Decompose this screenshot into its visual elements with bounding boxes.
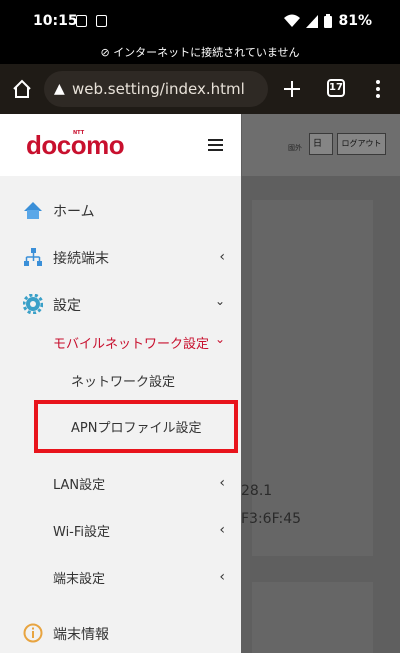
chevron-left-icon: ‹ [219, 475, 225, 491]
nav-item-device-settings[interactable]: 端末設定 ‹ [0, 557, 241, 597]
nav-item-lan-settings[interactable]: LAN設定 ‹ [0, 463, 241, 503]
nav-drawer: docomo NTT ホーム 接続端末 ‹ 設定 ⌄ モバイルネットワーク設定 … [0, 114, 241, 653]
nav-item-connected-devices[interactable]: 接続端末 ‹ [0, 237, 241, 277]
signal-icon [306, 14, 319, 28]
ntt-logo-text: NTT [73, 130, 85, 136]
battery-icon [324, 14, 333, 28]
offline-text: インターネットに接続されていません [113, 46, 300, 59]
network-icon [24, 248, 42, 266]
warning-icon[interactable]: ▲ [54, 71, 65, 107]
content-panel [252, 200, 373, 556]
nav-item-label: 設定 [53, 298, 81, 314]
chevron-left-icon: ‹ [219, 569, 225, 585]
chevron-down-icon: ⌄ [214, 332, 225, 346]
nav-item-wifi-settings[interactable]: Wi-Fi設定 ‹ [0, 510, 241, 550]
language-label: 國外 [288, 144, 302, 152]
logout-button[interactable]: ログアウト [337, 133, 386, 155]
nav-item-label: 接続端末 [53, 251, 109, 267]
new-tab-icon[interactable] [283, 80, 301, 98]
nav-item-label: Wi-Fi設定 [53, 525, 111, 540]
nav-item-label: ホーム [53, 204, 95, 220]
highlight-box [34, 400, 238, 453]
status-time: 10:15 [33, 13, 78, 29]
notification-icon [96, 15, 107, 27]
chevron-down-icon: ⌄ [214, 294, 225, 308]
nav-item-device-info[interactable]: 端末情報 [0, 613, 241, 653]
gear-icon [23, 294, 43, 314]
content-panel [252, 582, 373, 653]
nav-item-mobile-network-settings[interactable]: モバイルネットワーク設定 ⌄ [0, 322, 241, 362]
offline-cloud-icon: ⊘ [100, 46, 110, 59]
wifi-icon [284, 14, 301, 27]
chevron-left-icon: ‹ [219, 522, 225, 538]
panel-value: F3:6F:45 [241, 511, 302, 527]
nav-item-label: ネットワーク設定 [71, 375, 176, 390]
nav-item-label: モバイルネットワーク設定 [53, 337, 210, 352]
tab-switcher-button[interactable]: 17 [327, 79, 345, 97]
info-icon [23, 623, 43, 643]
nav-item-home[interactable]: ホーム [0, 190, 241, 230]
home-icon[interactable] [12, 79, 32, 99]
nav-item-label: 端末情報 [53, 627, 109, 643]
home-icon [24, 202, 42, 219]
battery-level: 81% [338, 13, 372, 29]
panel-value: 28.1 [241, 483, 273, 499]
nav-item-label: 端末設定 [53, 572, 106, 587]
nav-item-network-settings[interactable]: ネットワーク設定 [0, 360, 241, 400]
status-bar: 10:15 81% [0, 0, 400, 42]
hamburger-menu-icon[interactable] [208, 139, 223, 151]
chevron-left-icon: ‹ [219, 249, 225, 265]
more-menu-icon[interactable] [375, 80, 381, 98]
language-select[interactable]: 日 [309, 133, 333, 155]
url-text: web.setting/index.html [72, 80, 245, 98]
address-bar[interactable]: ▲ web.setting/index.html [44, 71, 268, 107]
drawer-header: docomo NTT [0, 114, 241, 176]
offline-banner: ⊘ インターネットに接続されていません [0, 42, 400, 64]
browser-toolbar: ▲ web.setting/index.html 17 [0, 64, 400, 114]
notification-icon [76, 15, 87, 27]
nav-item-settings[interactable]: 設定 ⌄ [0, 284, 241, 324]
nav-item-label: LAN設定 [53, 478, 106, 493]
